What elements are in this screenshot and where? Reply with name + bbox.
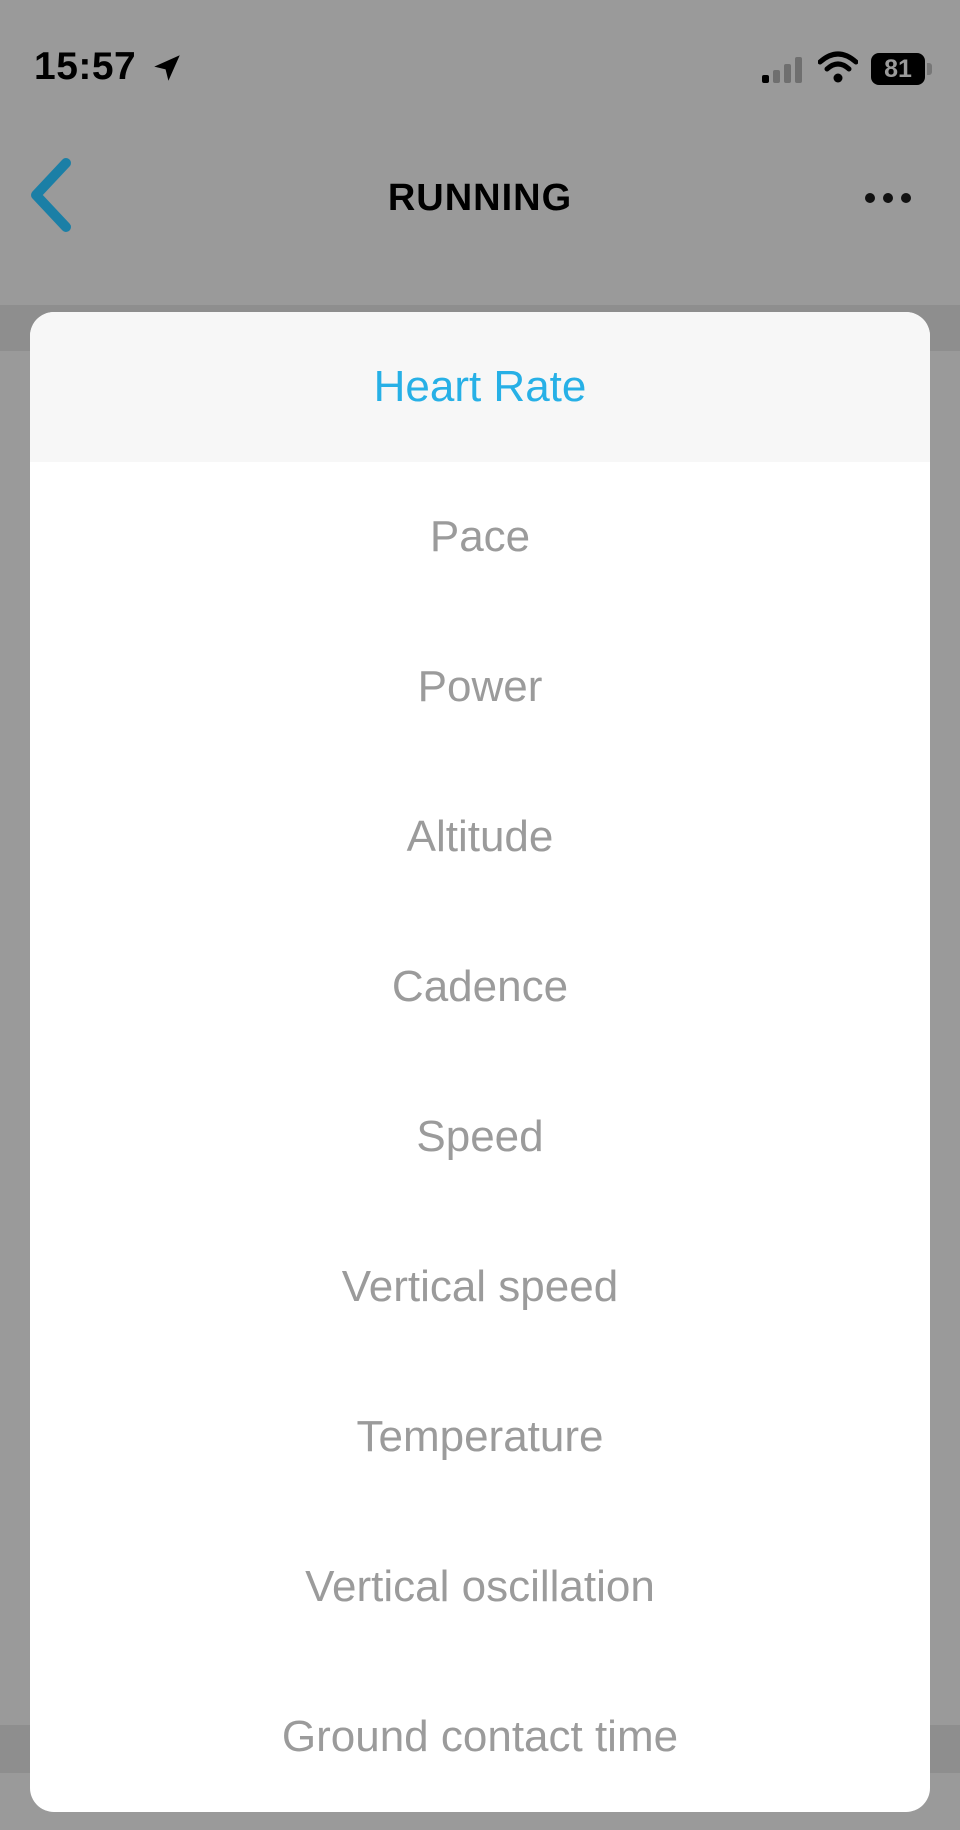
location-arrow-icon — [154, 55, 180, 81]
picker-option-vertical-speed[interactable]: Vertical speed — [30, 1212, 930, 1362]
picker-option-ground-contact-time[interactable]: Ground contact time — [30, 1662, 930, 1812]
battery-icon: 81 — [871, 53, 933, 85]
status-time: 15:57 — [34, 45, 137, 88]
nav-header: RUNNING — [0, 140, 960, 305]
metric-picker-sheet: Heart Rate Pace Power Altitude Cadence S… — [30, 312, 930, 1812]
picker-option-speed[interactable]: Speed — [30, 1062, 930, 1212]
battery-tip — [927, 63, 932, 75]
page-title: RUNNING — [387, 177, 573, 219]
battery-level: 81 — [884, 55, 912, 83]
picker-option-power[interactable]: Power — [30, 612, 930, 762]
picker-option-temperature[interactable]: Temperature — [30, 1362, 930, 1512]
status-bar: 15:57 81 — [0, 0, 960, 140]
wifi-icon — [818, 51, 858, 83]
cellular-signal-icon — [762, 57, 802, 83]
more-dots-icon[interactable] — [860, 180, 916, 216]
picker-option-vertical-oscillation[interactable]: Vertical oscillation — [30, 1512, 930, 1662]
picker-option-pace[interactable]: Pace — [30, 462, 930, 612]
picker-option-altitude[interactable]: Altitude — [30, 762, 930, 912]
picker-option-cadence[interactable]: Cadence — [30, 912, 930, 1062]
picker-option-heart-rate[interactable]: Heart Rate — [30, 312, 930, 462]
